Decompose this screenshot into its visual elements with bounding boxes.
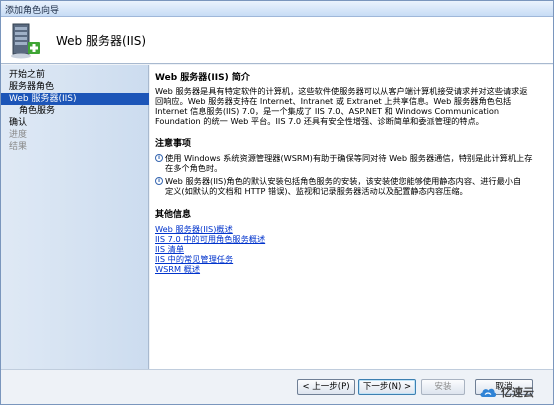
more-info-links: Web 服务器(IIS)概述 IIS 7.0 中的可用角色服务概述 IIS 清单… — [155, 224, 547, 274]
info-icon: i — [155, 177, 163, 185]
note-item: i Web 服务器(IIS)角色的默认安装包括角色服务的安装，该安装使您能够使用… — [155, 176, 547, 196]
note-item: i 使用 Windows 系统资源管理器(WSRM)有助于确保等同对待 Web … — [155, 153, 547, 173]
add-roles-wizard-window: 添加角色向导 Web 服务器(IIS) 开始之前 服务器角色 Web 服务器(I… — [0, 0, 554, 405]
step-server-roles[interactable]: 服务器角色 — [1, 81, 149, 93]
intro-heading: Web 服务器(IIS) 简介 — [155, 73, 250, 83]
note-line: 使用 Windows 系统资源管理器(WSRM)有助于确保等同对待 Web 服务… — [165, 153, 533, 163]
intro-line: Internet 信息服务(IIS) 7.0，是一个集成了 IIS 7.0、AS… — [155, 106, 500, 116]
intro-line: Foundation 的统一 Web 平台。IIS 7.0 还具有安全性增强、诊… — [155, 116, 484, 126]
note-line: 定义(如默认的文档和 HTTP 错误)、监视和记录服务器活动以及配置静态内容压缩… — [165, 186, 468, 196]
step-confirmation[interactable]: 确认 — [1, 117, 149, 129]
step-before-you-begin[interactable]: 开始之前 — [1, 69, 149, 81]
intro-line: Web 服务器是具有特定软件的计算机，这些软件使服务器可以从客户端计算机接受请求… — [155, 86, 528, 96]
link-role-services-overview[interactable]: IIS 7.0 中的可用角色服务概述 — [155, 234, 547, 244]
link-iis-checklist[interactable]: IIS 清单 — [155, 244, 547, 254]
note-line: 在多个角色时。 — [165, 163, 223, 173]
step-progress: 进度 — [9, 130, 28, 140]
wizard-content: Web 服务器(IIS) 简介 Web 服务器是具有特定软件的计算机，这些软件使… — [150, 65, 553, 369]
watermark: 亿速云 — [479, 382, 534, 402]
wizard-header: Web 服务器(IIS) — [1, 17, 553, 64]
title-bar[interactable]: 添加角色向导 — [1, 1, 553, 17]
more-info-heading: 其他信息 — [155, 210, 192, 220]
watermark-text: 亿速云 — [501, 386, 534, 399]
link-iis-common-tasks[interactable]: IIS 中的常见管理任务 — [155, 254, 547, 264]
page-title: Web 服务器(IIS) — [56, 34, 147, 48]
notes-heading: 注意事项 — [155, 139, 192, 149]
next-button[interactable]: 下一步(N) > — [358, 379, 416, 395]
step-role-services[interactable]: 角色服务 — [1, 105, 149, 117]
info-icon: i — [155, 154, 163, 162]
intro-line: 回响应。Web 服务器支持在 Internet、Intranet 或 Extra… — [155, 96, 512, 106]
link-web-server-overview[interactable]: Web 服务器(IIS)概述 — [155, 224, 547, 234]
intro-text: Web 服务器是具有特定软件的计算机，这些软件使服务器可以从客户端计算机接受请求… — [155, 86, 547, 126]
step-web-server-iis[interactable]: Web 服务器(IIS) — [1, 93, 149, 105]
wizard-footer: < 上一步(P) 下一步(N) > 安装 取消 — [1, 369, 553, 404]
note-line: Web 服务器(IIS)角色的默认安装包括角色服务的安装，该安装使您能够使用静态… — [165, 176, 522, 186]
wizard-steps-sidebar: 开始之前 服务器角色 Web 服务器(IIS) 角色服务 确认 进度 结果 — [1, 65, 149, 369]
step-results: 结果 — [9, 142, 28, 152]
cloud-logo-icon — [480, 388, 497, 397]
window-title: 添加角色向导 — [5, 6, 60, 16]
install-button: 安装 — [421, 379, 465, 395]
previous-button[interactable]: < 上一步(P) — [297, 379, 355, 395]
server-icon — [11, 23, 40, 59]
link-wsrm-overview[interactable]: WSRM 概述 — [155, 264, 547, 274]
